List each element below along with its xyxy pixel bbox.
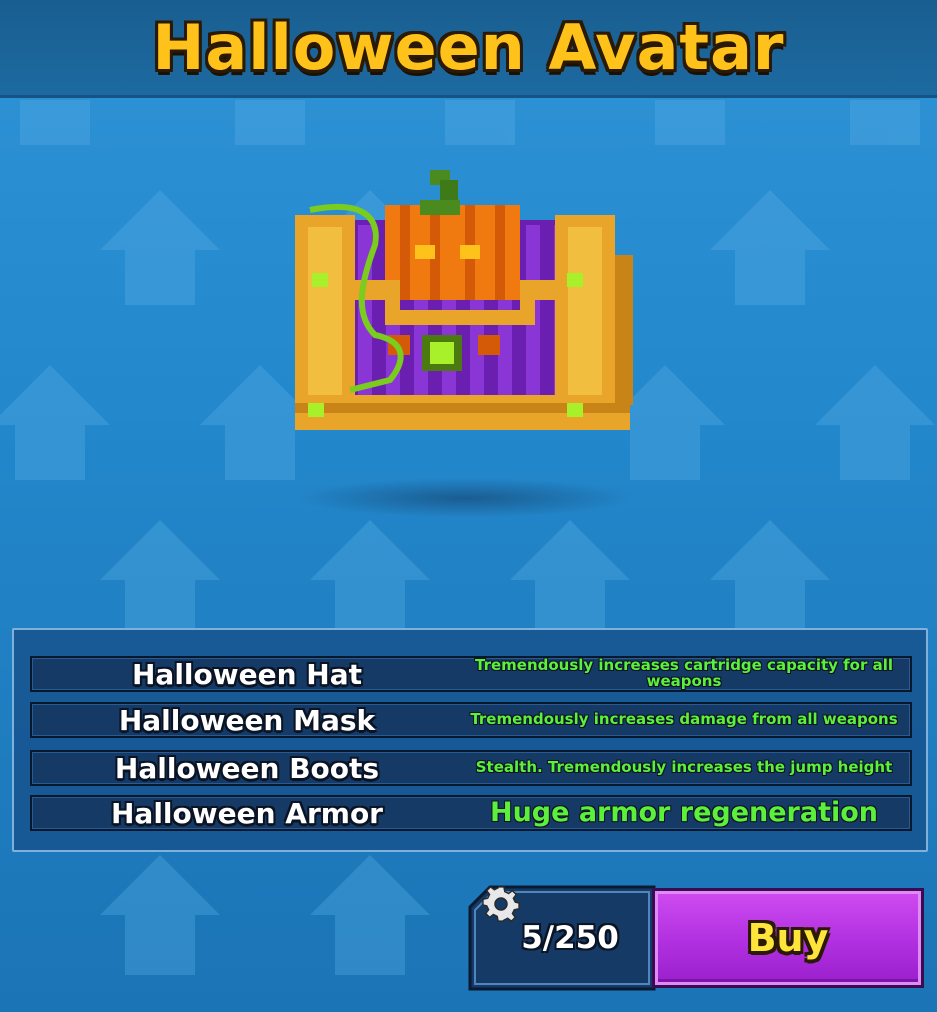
buy-button[interactable]: Buy [652,888,924,988]
set-item-name: Halloween Hat [131,657,362,691]
set-item-name: Halloween Mask [118,703,376,737]
chest-shadow [295,478,635,518]
set-item-bonus: Tremendously increases damage from all w… [470,710,898,729]
set-row-hat: Halloween Hat Tremendously increases car… [30,656,912,692]
set-item-bonus: Huge armor regeneration [489,796,879,828]
halloween-pumpkin-chest-icon [280,165,650,445]
title-bar: Halloween Avatar [0,0,937,98]
set-bonuses-panel: Halloween Hat Tremendously increases car… [12,628,928,852]
page-title: Halloween Avatar [152,11,785,84]
set-item-name: Halloween Armor [111,796,383,830]
buy-button-label: Buy [747,916,829,960]
set-row-armor: Halloween Armor Huge armor regeneration [30,795,912,831]
price-box: 5/250 [468,885,656,991]
set-row-boots: Halloween Boots Stealth. Tremendously in… [30,750,912,786]
set-item-bonus: Tremendously increases cartridge capacit… [474,656,893,690]
set-item-bonus: Stealth. Tremendously increases the jump… [475,758,893,777]
set-row-mask: Halloween Mask Tremendously increases da… [30,702,912,738]
set-item-name: Halloween Boots [114,751,380,785]
price-value: 5/250 [521,920,619,956]
